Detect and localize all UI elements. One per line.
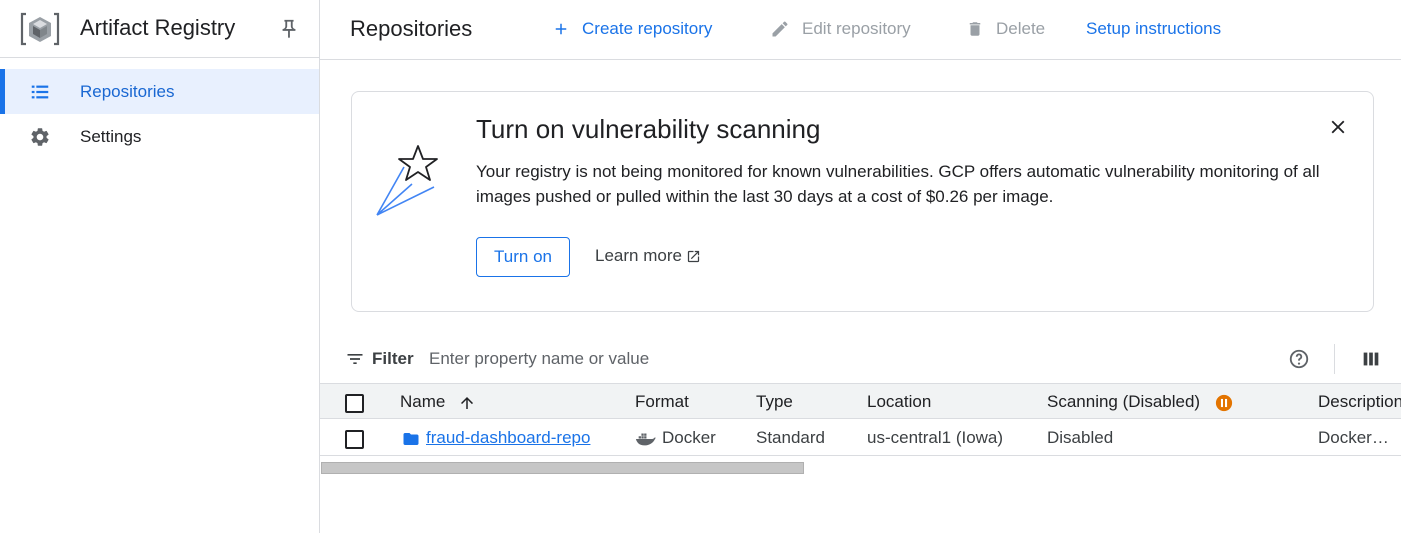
repository-name-cell: fraud-dashboard-repo — [402, 428, 590, 448]
pencil-icon — [772, 21, 788, 37]
delete-button[interactable]: Delete — [966, 17, 1045, 41]
learn-more-link[interactable]: Learn more — [595, 246, 701, 266]
gear-icon — [31, 128, 49, 146]
description-cell: Docker… — [1318, 428, 1389, 447]
table-header-row: Name Format Type Location Scanning (Disa… — [320, 383, 1401, 419]
docker-icon — [635, 433, 656, 445]
filter-icon — [347, 354, 363, 364]
row-checkbox[interactable] — [345, 430, 364, 449]
close-icon[interactable] — [1327, 116, 1349, 138]
filter-input[interactable] — [429, 346, 1029, 372]
filter-label: Filter — [372, 349, 414, 368]
sidebar: Artifact Registry Repositories Settings — [0, 0, 320, 533]
edit-repository-button[interactable]: Edit repository — [770, 17, 911, 41]
column-header-label: Scanning (Disabled) — [1047, 392, 1201, 411]
banner-text: Your registry is not being monitored for… — [476, 162, 1320, 206]
page-header: Repositories Create repository Edit repo… — [320, 0, 1401, 60]
sidebar-item-label: Repositories — [80, 82, 175, 101]
help-icon[interactable] — [1288, 348, 1310, 370]
column-header-scanning[interactable]: Scanning (Disabled) — [1047, 392, 1233, 412]
trash-icon — [969, 22, 981, 36]
list-icon — [31, 85, 49, 99]
column-header-description[interactable]: Description — [1318, 392, 1401, 412]
create-repository-button[interactable]: Create repository — [552, 17, 712, 41]
banner-title: Turn on vulnerability scanning — [476, 114, 821, 144]
sidebar-item-repositories[interactable]: Repositories — [0, 69, 319, 114]
table-row: fraud-dashboard-repo Docker Standard us-… — [320, 420, 1401, 456]
location-cell: us-central1 (Iowa) — [867, 428, 1004, 447]
product-title: Artifact Registry — [80, 15, 236, 40]
type-cell: Standard — [756, 428, 825, 447]
arrow-up-icon — [461, 396, 474, 409]
paused-status-icon — [1215, 394, 1232, 411]
vulnerability-scanning-banner: Turn on vulnerability scanning Your regi… — [351, 91, 1374, 312]
repository-name-link[interactable]: fraud-dashboard-repo — [426, 428, 590, 447]
column-display-icon[interactable] — [1360, 348, 1382, 370]
setup-instructions-label: Setup instructions — [1086, 19, 1222, 38]
folder-icon — [403, 432, 419, 445]
column-header-type[interactable]: Type — [756, 392, 793, 412]
column-header-name[interactable]: Name — [400, 392, 476, 412]
select-all-checkbox[interactable] — [345, 394, 364, 413]
sidebar-header: Artifact Registry — [0, 0, 319, 58]
format-cell: Docker — [635, 428, 716, 448]
delete-label: Delete — [996, 19, 1046, 38]
setup-instructions-button[interactable]: Setup instructions — [1086, 17, 1221, 41]
create-repository-label: Create repository — [582, 19, 713, 38]
pin-icon[interactable] — [278, 18, 300, 40]
column-header-label: Name — [400, 392, 446, 411]
learn-more-label: Learn more — [595, 246, 682, 265]
sidebar-item-label: Settings — [80, 127, 142, 146]
divider — [1334, 344, 1335, 374]
scanning-cell: Disabled — [1047, 428, 1114, 447]
shooting-star-icon — [376, 145, 438, 216]
filter-bar: Filter — [320, 338, 1401, 382]
format-label: Docker — [662, 428, 716, 447]
artifact-registry-logo-icon — [20, 12, 60, 46]
page-title: Repositories — [350, 16, 473, 41]
horizontal-scrollbar[interactable] — [321, 462, 804, 474]
turn-on-button[interactable]: Turn on — [476, 237, 570, 277]
column-header-format[interactable]: Format — [635, 392, 689, 412]
column-header-location[interactable]: Location — [867, 392, 931, 412]
sidebar-item-settings[interactable]: Settings — [0, 114, 319, 159]
edit-repository-label: Edit repository — [802, 19, 911, 38]
external-link-icon — [687, 250, 700, 262]
plus-icon — [555, 23, 567, 35]
